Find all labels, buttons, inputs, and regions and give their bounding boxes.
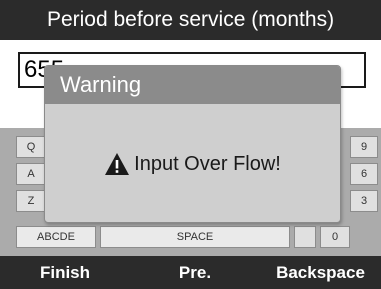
key-0[interactable]: 0 — [320, 226, 350, 248]
key-blank[interactable] — [294, 226, 316, 248]
key-a[interactable]: A — [16, 163, 46, 185]
key-3[interactable]: 3 — [350, 190, 378, 212]
finish-button[interactable]: Finish — [0, 256, 130, 289]
dialog-title: Warning — [45, 66, 340, 104]
key-6[interactable]: 6 — [350, 163, 378, 185]
backspace-button[interactable]: Backspace — [260, 256, 381, 289]
space-key[interactable]: SPACE — [100, 226, 290, 248]
key-9[interactable]: 9 — [350, 136, 378, 158]
dialog-body: Input Over Flow! — [45, 104, 340, 222]
softkey-bar: Finish Pre. Backspace — [0, 256, 381, 289]
warning-dialog: Warning Input Over Flow! — [44, 65, 341, 223]
screen-title: Period before service (months) — [0, 0, 381, 40]
key-z[interactable]: Z — [16, 190, 46, 212]
dialog-message: Input Over Flow! — [134, 152, 281, 175]
previous-button[interactable]: Pre. — [130, 256, 260, 289]
case-key[interactable]: ABCDE — [16, 226, 96, 248]
key-q[interactable]: Q — [16, 136, 46, 158]
warning-triangle-icon — [104, 152, 130, 176]
